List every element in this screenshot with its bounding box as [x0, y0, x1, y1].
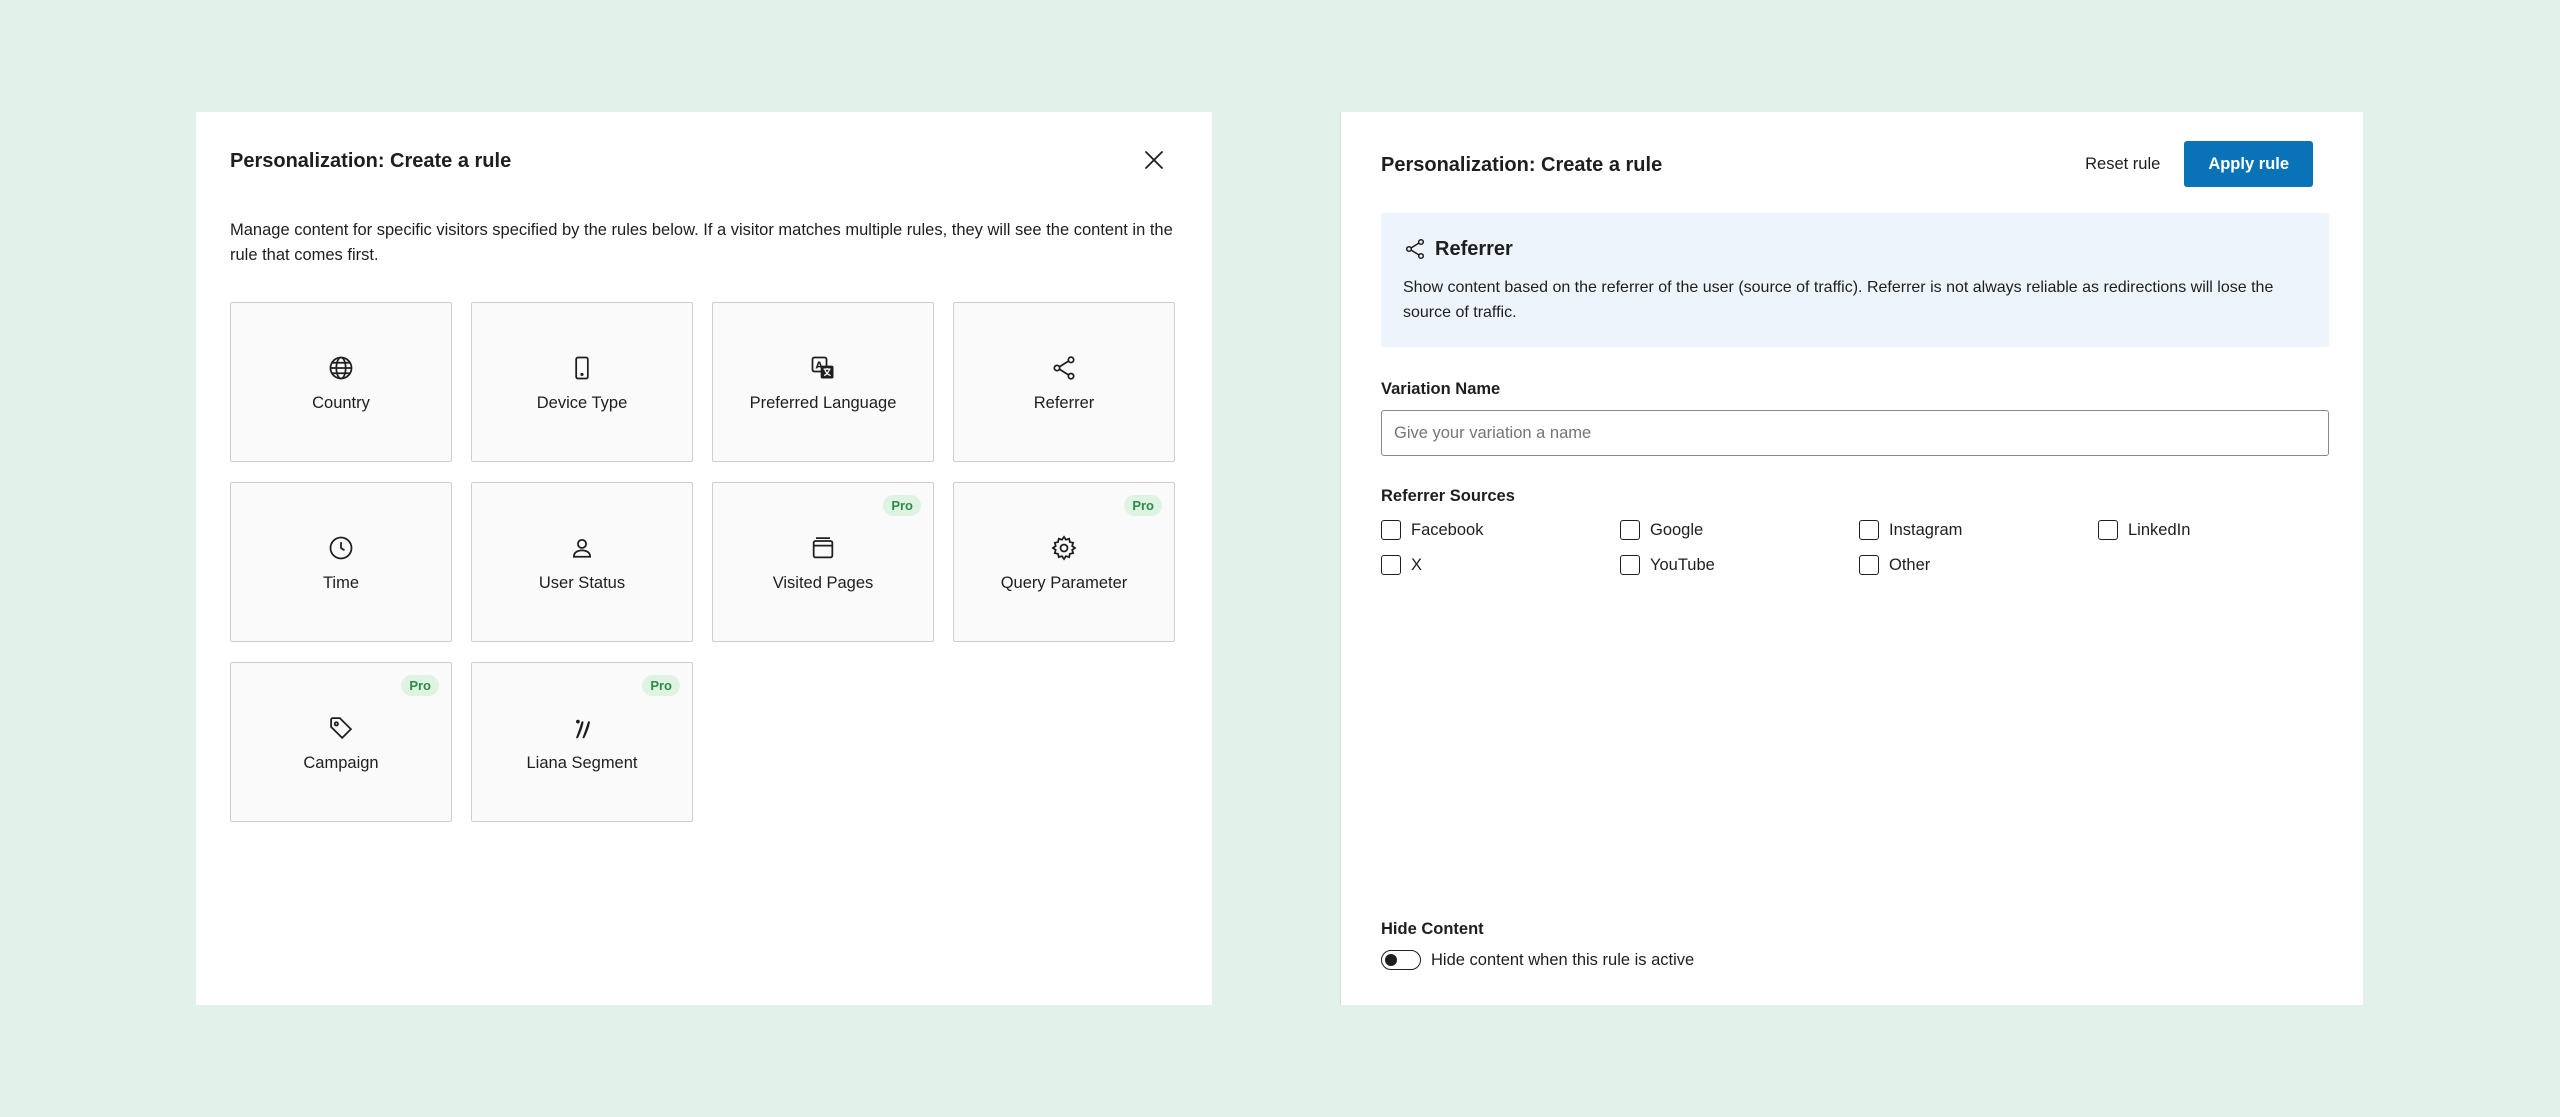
pro-badge: Pro [883, 495, 921, 516]
checkbox[interactable] [2098, 520, 2118, 540]
checkbox[interactable] [1859, 520, 1879, 540]
variation-name-label: Variation Name [1381, 380, 1501, 398]
pro-badge: Pro [1124, 495, 1162, 516]
share-icon [1050, 354, 1078, 382]
hide-content-toggle-row[interactable]: Hide content when this rule is active [1381, 950, 1694, 970]
checkbox-label: LinkedIn [2128, 520, 2191, 539]
tile-preferred-language[interactable]: A Preferred Language [712, 302, 934, 462]
tile-country[interactable]: Country [230, 302, 452, 462]
rule-type-grid: Country Device Type A Preferred Language… [230, 302, 1176, 822]
modal-title: Personalization: Create a rule [230, 150, 512, 172]
liana-logo-icon [568, 714, 596, 742]
translate-icon: A [809, 354, 837, 382]
source-x[interactable]: X [1381, 555, 1620, 575]
checkbox-label: Other [1889, 555, 1931, 574]
checkbox[interactable] [1859, 555, 1879, 575]
modal-title: Personalization: Create a rule [1381, 154, 1663, 176]
source-google[interactable]: Google [1620, 520, 1859, 540]
pro-badge: Pro [401, 675, 439, 696]
close-icon [1145, 151, 1163, 169]
hide-content-toggle[interactable] [1381, 950, 1421, 970]
rule-type-modal: Personalization: Create a rule Manage co… [196, 112, 1212, 1005]
info-title: Referrer [1435, 237, 1513, 260]
tile-liana-segment[interactable]: Pro Liana Segment [471, 662, 693, 822]
source-other[interactable]: Other [1859, 555, 2098, 575]
tile-referrer[interactable]: Referrer [953, 302, 1175, 462]
checkbox-label: X [1411, 555, 1423, 574]
variation-name-input[interactable] [1381, 410, 2329, 456]
referrer-sources-group: Facebook Google Instagram LinkedIn X You… [1381, 520, 2337, 575]
checkbox-label: Instagram [1889, 520, 1963, 539]
toggle-label: Hide content when this rule is active [1431, 950, 1695, 969]
tile-label: Preferred Language [749, 393, 897, 412]
pages-icon [809, 534, 837, 562]
source-linkedin[interactable]: LinkedIn [2098, 520, 2337, 540]
tile-label: Referrer [1033, 393, 1095, 412]
checkbox-label: Facebook [1411, 520, 1484, 539]
checkbox[interactable] [1381, 520, 1401, 540]
close-button[interactable] [1140, 146, 1168, 174]
gear-icon [1050, 534, 1078, 562]
globe-icon [327, 354, 355, 382]
tile-label: Query Parameter [1000, 573, 1128, 592]
referrer-rule-modal: Personalization: Create a rule Reset rul… [1340, 112, 2363, 1005]
source-instagram[interactable]: Instagram [1859, 520, 2098, 540]
checkbox[interactable] [1620, 555, 1640, 575]
source-facebook[interactable]: Facebook [1381, 520, 1620, 540]
rule-info-box: Referrer Show content based on the refer… [1381, 213, 2329, 347]
apply-rule-button[interactable]: Apply rule [2184, 141, 2313, 187]
hide-content-label: Hide Content [1381, 920, 1484, 938]
tile-campaign[interactable]: Pro Campaign [230, 662, 452, 822]
tile-label: Visited Pages [772, 573, 874, 592]
checkbox[interactable] [1381, 555, 1401, 575]
reset-rule-button[interactable]: Reset rule [2085, 155, 2160, 174]
modal-description: Manage content for specific visitors spe… [230, 221, 1173, 264]
tile-label: Device Type [536, 393, 628, 412]
tile-user-status[interactable]: User Status [471, 482, 693, 642]
share-icon [1405, 238, 1425, 260]
clock-icon [327, 534, 355, 562]
tile-label: Country [312, 393, 370, 412]
tile-visited-pages[interactable]: Pro Visited Pages [712, 482, 934, 642]
toggle-knob [1385, 953, 1397, 966]
header-actions: Reset rule Apply rule [2085, 141, 2313, 187]
tile-label: User Status [538, 573, 626, 592]
tile-device-type[interactable]: Device Type [471, 302, 693, 462]
tile-label: Liana Segment [526, 753, 638, 772]
checkbox-label: YouTube [1650, 555, 1715, 574]
tile-query-parameter[interactable]: Pro Query Parameter [953, 482, 1175, 642]
info-header: Referrer [1403, 237, 1513, 261]
referrer-sources-label: Referrer Sources [1381, 487, 1515, 505]
pro-badge: Pro [642, 675, 680, 696]
tile-label: Time [322, 573, 360, 592]
tag-icon [327, 714, 355, 742]
tile-time[interactable]: Time [230, 482, 452, 642]
info-description: Show content based on the referrer of th… [1403, 279, 2274, 321]
tile-label: Campaign [303, 753, 379, 772]
user-icon [568, 534, 596, 562]
checkbox-label: Google [1650, 520, 1704, 539]
checkbox[interactable] [1620, 520, 1640, 540]
mobile-icon [568, 354, 596, 382]
source-youtube[interactable]: YouTube [1620, 555, 1859, 575]
